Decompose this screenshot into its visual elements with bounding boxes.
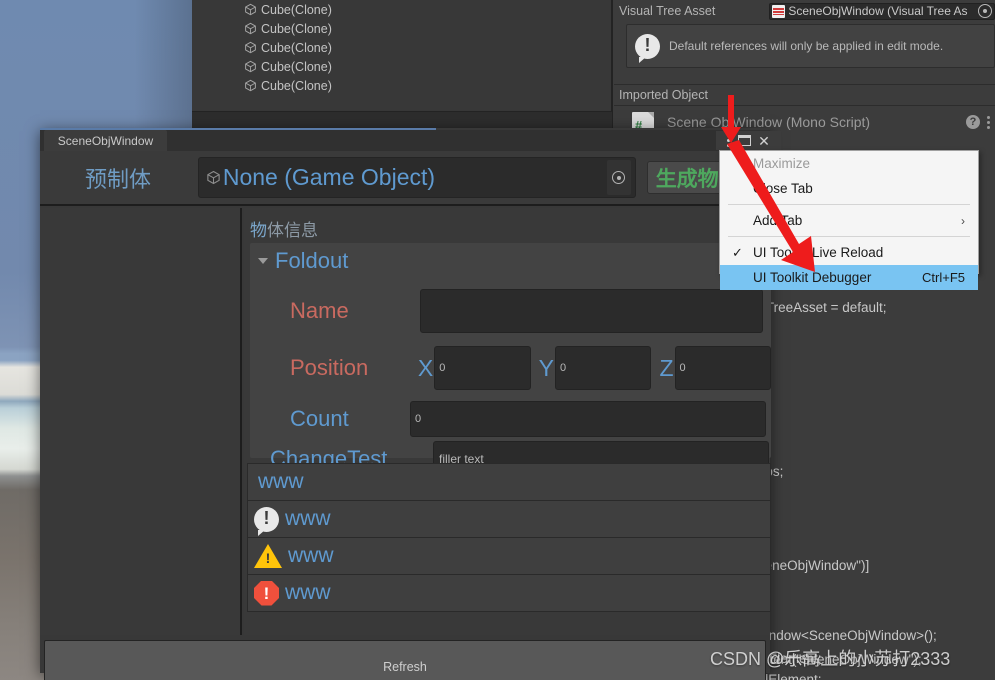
tab-sceneobjwindow[interactable]: SceneObjWindow bbox=[44, 130, 167, 151]
menu-item-shortcut: Ctrl+F5 bbox=[922, 270, 965, 285]
tab-context-menu: Maximize Close Tab Add Tab › ✓ UI Toolkit Liv… bbox=[719, 150, 979, 290]
cube-icon bbox=[245, 22, 256, 35]
object-picker-icon[interactable] bbox=[978, 4, 992, 18]
menu-item-ui-toolkit-debugger[interactable]: UI Toolkit Debugger Ctrl+F5 bbox=[720, 265, 978, 290]
helpbox-item: www bbox=[247, 574, 771, 612]
tab-label: SceneObjWindow bbox=[57, 133, 154, 148]
hierarchy-item[interactable]: Cube(Clone) bbox=[192, 76, 612, 95]
position-x-input[interactable]: 0 bbox=[434, 346, 531, 390]
count-field-row: Count 0 bbox=[250, 401, 771, 437]
count-input[interactable]: 0 bbox=[410, 401, 766, 437]
error-icon bbox=[254, 580, 279, 606]
imported-object-header: Imported Object bbox=[614, 84, 995, 106]
cube-icon bbox=[245, 41, 256, 54]
foldout-box: Foldout Name Position X 0 Y 0 Z 0 Count … bbox=[250, 243, 771, 477]
menu-item-maximize: Maximize bbox=[720, 151, 978, 176]
watermark: CSDN @乐高上的小苏打2333 bbox=[710, 649, 951, 669]
menu-item-label: UI Toolkit Debugger bbox=[753, 270, 872, 285]
name-input[interactable] bbox=[420, 289, 763, 333]
prefab-object-field-value: None (Game Object) bbox=[222, 164, 436, 190]
menu-item-label: UI Toolkit Live Reload bbox=[753, 245, 884, 260]
hierarchy-item-label: Cube(Clone) bbox=[261, 40, 332, 55]
axis-y-label: Y bbox=[538, 354, 554, 381]
name-label: Name bbox=[290, 298, 349, 323]
helpbox-item-text: www bbox=[288, 544, 334, 567]
hierarchy-list: Cube(Clone) Cube(Clone) Cube(Clone) Cube(Cl… bbox=[192, 0, 612, 95]
window-chrome-buttons: ✕ bbox=[716, 131, 781, 150]
axis-z-label: Z bbox=[659, 354, 674, 381]
hierarchy-item-label: Cube(Clone) bbox=[261, 78, 332, 93]
help-question-icon[interactable]: ? bbox=[966, 115, 980, 129]
triangle-down-icon bbox=[258, 258, 268, 264]
helpbox-item: www bbox=[247, 463, 771, 501]
position-label: Position bbox=[290, 355, 369, 380]
position-field-row: Position X 0 Y 0 Z 0 bbox=[250, 346, 771, 390]
object-info-title-rest: 体信息 bbox=[267, 221, 318, 240]
close-icon[interactable]: ✕ bbox=[758, 134, 770, 148]
prefab-object-field[interactable]: None (Game Object) bbox=[197, 157, 636, 198]
menu-separator bbox=[728, 204, 970, 205]
foldout-toggle[interactable]: Foldout bbox=[258, 248, 348, 274]
hierarchy-item[interactable]: Cube(Clone) bbox=[192, 57, 612, 76]
object-info-column: 物体信息 Foldout Name Position X 0 Y 0 Z 0 C… bbox=[244, 208, 771, 635]
hierarchy-item[interactable]: Cube(Clone) bbox=[192, 38, 612, 57]
hierarchy-item-label: Cube(Clone) bbox=[261, 21, 332, 36]
count-label: Count bbox=[290, 406, 349, 431]
helpbox-item-text: www bbox=[285, 581, 331, 604]
visual-tree-asset-field[interactable]: SceneObjWindow (Visual Tree As bbox=[769, 2, 995, 20]
helpbox-item-text: www bbox=[258, 470, 304, 493]
uxml-file-icon bbox=[772, 4, 786, 18]
menu-item-ui-toolkit-live-reload[interactable]: ✓ UI Toolkit Live Reload bbox=[720, 240, 978, 265]
object-picker-icon bbox=[612, 171, 626, 184]
helpbox-item-text: www bbox=[285, 507, 331, 530]
object-info-title-bold: 物 bbox=[250, 221, 267, 240]
hierarchy-item-label: Cube(Clone) bbox=[261, 2, 332, 17]
menu-item-close-tab[interactable]: Close Tab bbox=[720, 176, 978, 201]
axis-x-label: X bbox=[417, 354, 434, 381]
prefab-header-row: 预制体 None (Game Object) 生成物体 bbox=[40, 151, 770, 206]
inspector-helpbox: Default references will only be applied … bbox=[626, 24, 995, 68]
visual-tree-asset-row: Visual Tree Asset SceneObjWindow (Visual… bbox=[614, 0, 995, 22]
refresh-button[interactable]: Refresh bbox=[44, 640, 766, 680]
hierarchy-item[interactable]: Cube(Clone) bbox=[192, 0, 612, 19]
maximize-icon[interactable] bbox=[738, 135, 752, 146]
helpbox-list: www www www www bbox=[247, 463, 771, 612]
menu-item-label: Maximize bbox=[753, 156, 811, 171]
kebab-menu-icon[interactable] bbox=[727, 132, 731, 149]
refresh-button-label: Refresh bbox=[383, 659, 427, 674]
cube-icon bbox=[245, 60, 256, 73]
prefab-label: 预制体 bbox=[85, 166, 152, 192]
cube-icon bbox=[245, 3, 256, 16]
inspector-helpbox-text: Default references will only be applied … bbox=[669, 39, 944, 53]
menu-item-label: Close Tab bbox=[753, 181, 813, 196]
left-empty-column bbox=[40, 208, 242, 635]
menu-item-label: Add Tab bbox=[753, 213, 803, 228]
imported-object-label: Imported Object bbox=[619, 88, 708, 102]
menu-separator bbox=[728, 236, 970, 237]
object-info-title: 物体信息 bbox=[250, 216, 318, 241]
menu-item-add-tab[interactable]: Add Tab › bbox=[720, 208, 978, 233]
cube-icon bbox=[245, 79, 256, 92]
info-icon bbox=[254, 506, 279, 536]
visual-tree-asset-label: Visual Tree Asset bbox=[619, 4, 716, 18]
position-y-input[interactable]: 0 bbox=[555, 346, 652, 390]
helpbox-item: www bbox=[247, 537, 771, 575]
visual-tree-asset-value: SceneObjWindow (Visual Tree As bbox=[788, 4, 968, 18]
sceneobj-window: SceneObjWindow 预制体 None (Game Object) 生成… bbox=[40, 128, 771, 680]
info-icon bbox=[635, 33, 660, 63]
game-object-icon bbox=[207, 170, 220, 185]
hierarchy-item-label: Cube(Clone) bbox=[261, 59, 332, 74]
foldout-label: Foldout bbox=[275, 248, 349, 273]
object-picker-button[interactable] bbox=[606, 160, 631, 195]
kebab-menu-icon[interactable] bbox=[987, 114, 991, 131]
name-field-row: Name bbox=[250, 289, 771, 333]
check-icon: ✓ bbox=[732, 244, 743, 260]
helpbox-item: www bbox=[247, 500, 771, 538]
position-z-input[interactable]: 0 bbox=[674, 346, 771, 390]
warning-icon bbox=[254, 544, 282, 568]
submenu-chevron-icon: › bbox=[961, 213, 965, 228]
hierarchy-item[interactable]: Cube(Clone) bbox=[192, 19, 612, 38]
